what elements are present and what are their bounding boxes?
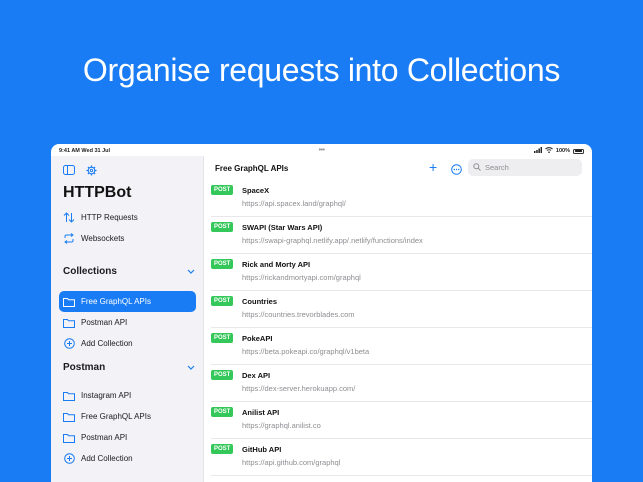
nav-label: Free GraphQL APIs bbox=[81, 412, 151, 421]
headline: Organise requests into Collections bbox=[82, 52, 561, 88]
method-badge: POST bbox=[211, 296, 234, 306]
request-url: https://beta.pokeapi.co/graphql/v1beta bbox=[242, 347, 370, 356]
method-badge: POST bbox=[211, 185, 234, 195]
add-request-button[interactable]: + bbox=[429, 159, 437, 175]
nav-label: Postman API bbox=[81, 318, 128, 327]
nav-label: HTTP Requests bbox=[81, 213, 138, 222]
sidebar: HTTPBot HTTP Requests Websockets Collect… bbox=[51, 156, 204, 482]
chevron-down-icon[interactable] bbox=[187, 266, 195, 277]
plus-circle-icon bbox=[63, 453, 75, 465]
folder-icon bbox=[63, 432, 75, 444]
folder-icon bbox=[63, 411, 75, 423]
method-badge: POST bbox=[211, 333, 234, 343]
request-row[interactable]: POST Anilist API https://graphql.anilist… bbox=[205, 402, 592, 439]
wifi-icon bbox=[545, 147, 553, 155]
nav-label: Free GraphQL APIs bbox=[81, 297, 151, 306]
sidebar-item-add-collection[interactable]: Add Collection bbox=[59, 333, 196, 354]
status-right: 100% bbox=[533, 147, 584, 155]
request-url: https://api.github.com/graphql bbox=[242, 458, 341, 467]
nav-label: Add Collection bbox=[81, 454, 133, 463]
ipad-screen: 9:41 AM Wed 31 Jul ••• 100% HTTPBot HTTP… bbox=[51, 144, 592, 482]
section-title: Postman bbox=[63, 362, 106, 373]
nav-label: Websockets bbox=[81, 234, 125, 243]
battery-percent: 100% bbox=[555, 148, 570, 154]
gear-icon[interactable] bbox=[85, 164, 97, 176]
sidebar-item-http-requests[interactable]: HTTP Requests bbox=[59, 207, 196, 228]
plus-circle-icon bbox=[63, 338, 75, 350]
battery-icon bbox=[573, 148, 584, 154]
method-badge: POST bbox=[211, 259, 234, 269]
request-row[interactable]: POST Dex API https://dex-server.herokuap… bbox=[205, 365, 592, 402]
request-name: GitHub API bbox=[242, 445, 282, 454]
toolbar: Free GraphQL APIs + Search bbox=[205, 156, 592, 180]
section-collections[interactable]: Collections bbox=[63, 266, 195, 277]
request-name: Anilist API bbox=[242, 408, 280, 417]
request-name: Dex API bbox=[242, 371, 271, 380]
request-url: https://dex-server.herokuapp.com/ bbox=[242, 384, 356, 393]
sidebar-item-instagram-api[interactable]: Instagram API bbox=[59, 385, 196, 406]
status-time: 9:41 AM Wed 31 Jul bbox=[59, 148, 111, 154]
search-icon bbox=[473, 162, 481, 173]
request-row[interactable]: POST SWAPI (Star Wars API) https://swapi… bbox=[205, 217, 592, 254]
section-title: Collections bbox=[63, 266, 117, 277]
request-url: https://swapi-graphql.netlify.app/.netli… bbox=[242, 236, 423, 245]
folder-icon bbox=[63, 296, 75, 308]
request-name: SWAPI (Star Wars API) bbox=[242, 223, 323, 232]
sidebar-item-free-graphql-apis[interactable]: Free GraphQL APIs bbox=[59, 291, 196, 312]
request-row[interactable]: POST Rick and Morty API https://rickandm… bbox=[205, 254, 592, 291]
nav-label: Add Collection bbox=[81, 339, 133, 348]
method-badge: POST bbox=[211, 222, 234, 232]
arrows-up-down-icon bbox=[63, 212, 75, 224]
folder-icon bbox=[63, 317, 75, 329]
search-placeholder: Search bbox=[485, 163, 509, 172]
sidebar-item-add-collection-2[interactable]: Add Collection bbox=[59, 448, 196, 469]
request-name: SpaceX bbox=[242, 186, 270, 195]
more-options-icon[interactable] bbox=[451, 162, 462, 180]
search-input[interactable]: Search bbox=[468, 159, 582, 176]
request-row[interactable]: POST PokeAPI https://beta.pokeapi.co/gra… bbox=[205, 328, 592, 365]
request-name: PokeAPI bbox=[242, 334, 273, 343]
request-row[interactable]: POST Countries https://countries.trevorb… bbox=[205, 291, 592, 328]
request-name: Countries bbox=[242, 297, 278, 306]
divider bbox=[211, 475, 592, 476]
folder-icon bbox=[63, 390, 75, 402]
collection-title: Free GraphQL APIs bbox=[215, 164, 289, 173]
sidebar-item-websockets[interactable]: Websockets bbox=[59, 228, 196, 249]
request-url: https://countries.trevorblades.com bbox=[242, 310, 355, 319]
request-url: https://rickandmortyapi.com/graphql bbox=[242, 273, 361, 282]
sidebar-item-postman-api[interactable]: Postman API bbox=[59, 312, 196, 333]
sidebar-item-postman-api-2[interactable]: Postman API bbox=[59, 427, 196, 448]
method-badge: POST bbox=[211, 407, 234, 417]
nav-label: Postman API bbox=[81, 433, 128, 442]
sidebar-toggle-icon[interactable] bbox=[63, 164, 75, 176]
sidebar-item-free-graphql-apis-2[interactable]: Free GraphQL APIs bbox=[59, 406, 196, 427]
section-postman[interactable]: Postman bbox=[63, 362, 195, 373]
multitask-dots-icon[interactable]: ••• bbox=[319, 147, 325, 154]
status-bar: 9:41 AM Wed 31 Jul ••• 100% bbox=[51, 144, 592, 156]
nav-label: Instagram API bbox=[81, 391, 132, 400]
request-row[interactable]: POST GitHub API https://api.github.com/g… bbox=[205, 439, 592, 476]
request-row[interactable]: POST SpaceX https://api.spacex.land/grap… bbox=[205, 180, 592, 217]
request-list: POST SpaceX https://api.spacex.land/grap… bbox=[205, 180, 592, 476]
signal-icon bbox=[533, 147, 542, 155]
app-title: HTTPBot bbox=[63, 184, 132, 201]
request-name: Rick and Morty API bbox=[242, 260, 311, 269]
request-url: https://graphql.anilist.co bbox=[242, 421, 321, 430]
request-url: https://api.spacex.land/graphql/ bbox=[242, 199, 346, 208]
request-list-pane: Free GraphQL APIs + Search POST SpaceX h… bbox=[205, 156, 592, 482]
method-badge: POST bbox=[211, 370, 234, 380]
loop-arrows-icon bbox=[63, 233, 75, 245]
chevron-down-icon[interactable] bbox=[187, 362, 195, 373]
method-badge: POST bbox=[211, 444, 234, 454]
